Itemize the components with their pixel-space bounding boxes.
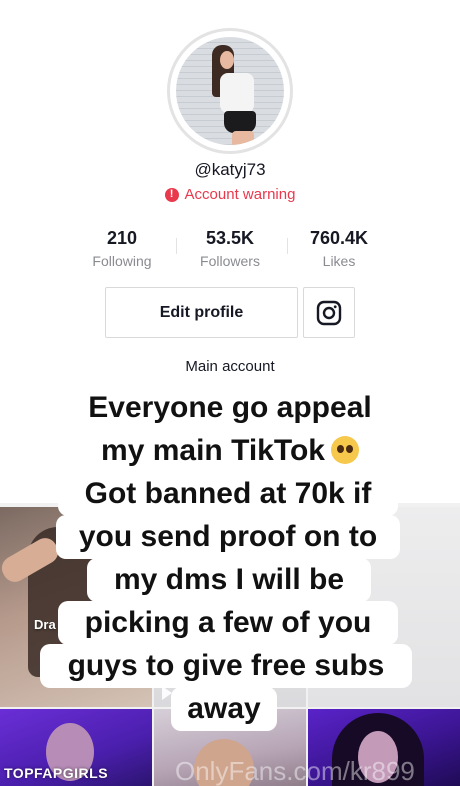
instagram-button[interactable] — [303, 287, 355, 338]
stat-followers[interactable]: 53.5K Followers — [170, 228, 290, 269]
story-line-text: my main TikTok — [101, 434, 325, 467]
stat-followers-value: 53.5K — [205, 228, 255, 248]
story-line: Got banned at 70k if — [58, 472, 398, 516]
story-line: my dms I will be — [87, 558, 371, 602]
stat-following-value: 210 — [106, 228, 138, 248]
watermark-url: OnlyFans.com/kr899 — [175, 756, 415, 786]
account-warning-label: Account warning — [184, 186, 296, 203]
story-line: picking a few of you — [58, 601, 398, 645]
pleading-face-icon — [330, 436, 359, 464]
stat-likes-value: 760.4K — [309, 228, 369, 248]
profile-avatar-ring[interactable] — [167, 28, 293, 154]
stat-likes[interactable]: 760.4K Likes — [279, 228, 399, 269]
story-line: you send proof on to — [56, 515, 400, 559]
profile-stats: 210 Following 53.5K Followers 760.4K Lik… — [0, 228, 460, 272]
stat-followers-label: Followers — [200, 253, 260, 269]
stat-following-label: Following — [92, 253, 152, 269]
story-line: guys to give free subs — [40, 644, 412, 688]
story-line: Everyone go appeal — [64, 386, 396, 430]
story-line: my main TikTok — [78, 429, 382, 473]
stat-following[interactable]: 210 Following — [62, 228, 182, 269]
profile-bio: Main account — [185, 358, 275, 375]
watermark-logo: TOPFAPGIRLS — [4, 765, 109, 781]
drafts-label: Dra — [34, 617, 56, 632]
edit-profile-button[interactable]: Edit profile — [105, 287, 298, 338]
avatar[interactable] — [176, 37, 284, 145]
story-line: away — [171, 687, 277, 731]
username: @katyj73 — [194, 160, 266, 179]
account-warning[interactable]: ! Account warning — [0, 186, 460, 203]
instagram-icon — [316, 300, 342, 325]
stat-likes-label: Likes — [322, 253, 356, 269]
warning-icon: ! — [164, 187, 179, 202]
